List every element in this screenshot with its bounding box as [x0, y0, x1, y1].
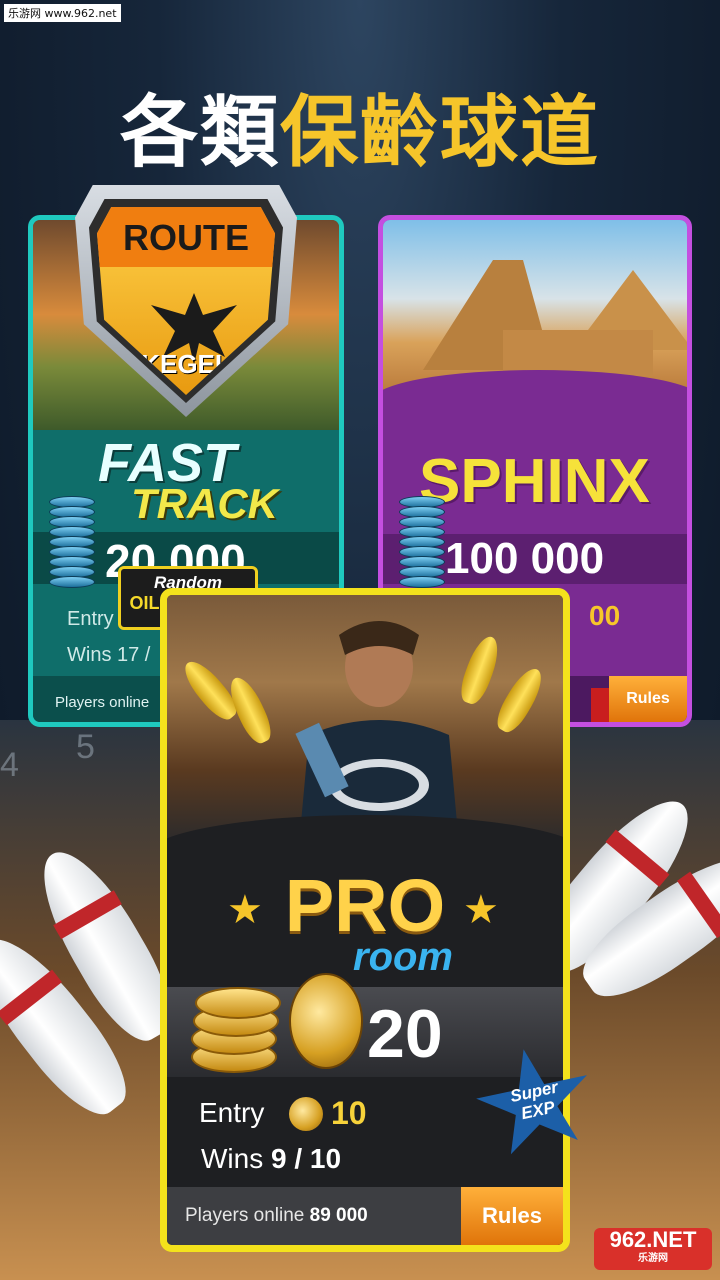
players-online: Players online 89 000 [185, 1205, 368, 1227]
badge-route-text: ROUTE [123, 217, 249, 258]
watermark-brand-text: 962.NET [609, 1227, 697, 1252]
sphinx-image [383, 220, 687, 395]
gold-coin-icon [289, 973, 363, 1069]
title-part-gold: 保齡球道 [280, 88, 601, 178]
players-online-label: Players online [55, 694, 150, 711]
prize-amount: 20 [367, 996, 443, 1072]
entry-label: Entry [199, 1097, 265, 1128]
wins-label: Wins 17 / [67, 644, 151, 666]
pro-player-image [167, 595, 563, 845]
bowler-icon [295, 621, 459, 845]
prize-amount: 100 000 [445, 534, 605, 583]
chip-stack-icon [399, 496, 445, 588]
entry-value: 10 [331, 1095, 367, 1131]
entry-label: Entry [67, 608, 114, 630]
pro-room-card[interactable]: ★ ★ PRO room 20 Entry 10 Wins 9 / 10 Pla… [160, 588, 570, 1252]
rules-button[interactable]: Rules [461, 1187, 563, 1245]
gold-coin-icon [289, 1097, 323, 1131]
rules-button[interactable]: Rules [609, 676, 687, 722]
chip-stack-icon [49, 496, 95, 588]
room-title-track: TRACK [131, 480, 278, 527]
sphinx-pyramids-icon [423, 260, 687, 375]
title-part-white: 各類 [119, 88, 280, 178]
wins-value: 9 / 10 [271, 1143, 342, 1174]
footer-accent [591, 688, 611, 722]
lane-number: 5 [76, 728, 95, 766]
wins-label: Wins 9 / 10 [201, 1143, 341, 1175]
room-subtitle: room [353, 935, 453, 979]
lane-number: 4 [0, 746, 19, 784]
watermark-brand: 962.NET 乐游网 [594, 1228, 712, 1270]
gold-coin-icon [195, 987, 281, 1019]
wins-label-text: Wins [201, 1143, 264, 1174]
yellow-pin-icon [491, 663, 549, 737]
page-title: 各類保齡球道 [0, 70, 720, 182]
room-title: SPHINX [419, 447, 650, 516]
players-online-count: 89 000 [309, 1205, 368, 1226]
watermark-site: 乐游网 www.962.net [4, 4, 121, 22]
entry-value: 00 [589, 600, 621, 631]
watermark-brand-sub: 乐游网 [638, 1253, 668, 1264]
players-online-label: Players online [185, 1205, 305, 1226]
card-arc [383, 370, 687, 430]
